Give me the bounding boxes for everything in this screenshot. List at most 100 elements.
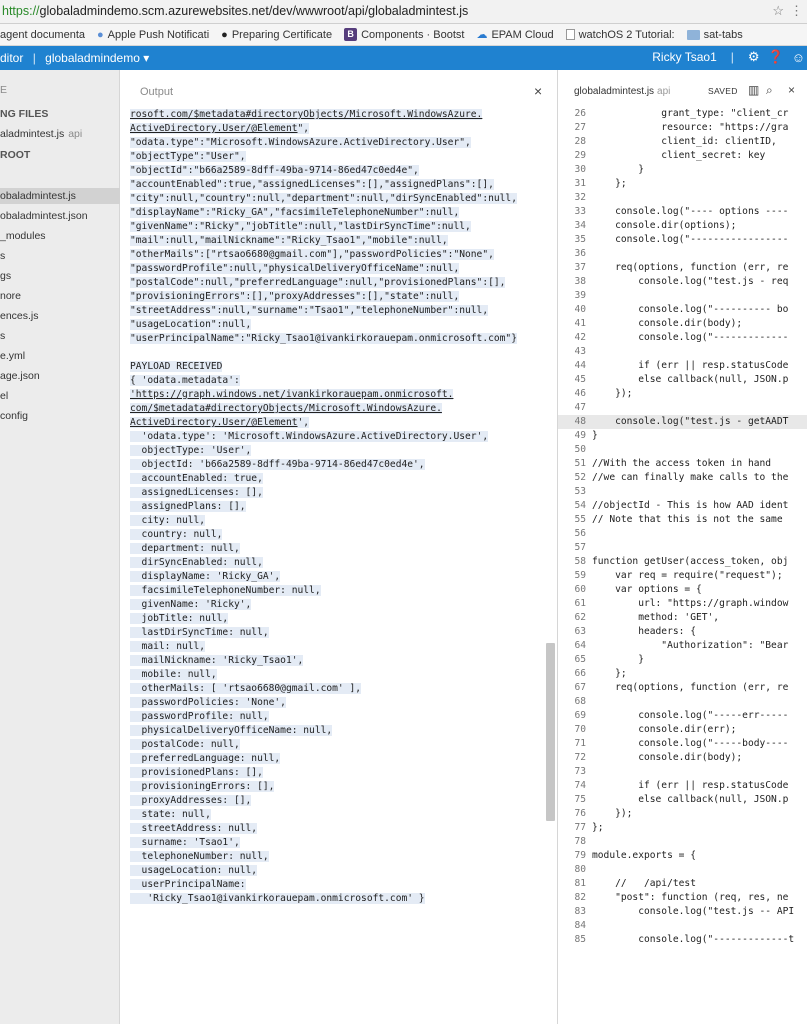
output-scrollbar[interactable] — [546, 643, 555, 821]
output-line-text: surname: 'Tsao1', — [130, 837, 240, 848]
output-line-text: givenName: 'Ricky', — [130, 599, 252, 610]
bookmark-item[interactable]: B Components · Bootst — [344, 28, 464, 41]
line-number: 49 — [574, 430, 586, 441]
code-line: 76 }); — [558, 807, 807, 821]
bookmark-item[interactable]: ☁ EPAM Cloud — [476, 28, 553, 42]
code-text: console.log("----------------- — [592, 234, 789, 245]
output-log[interactable]: rosoft.com/$metadata#directoryObjects/Mi… — [130, 108, 550, 1024]
output-line-text: { 'odata.metadata': — [130, 375, 240, 386]
header-right: Ricky Tsao1 | ⚙ ❓ ☺ — [652, 49, 805, 65]
url-text[interactable]: https://globaladmindemo.scm.azurewebsite… — [2, 4, 468, 18]
output-line-text: "displayName":"Ricky_GA","facsimileTelep… — [130, 207, 460, 218]
line-number: 51 — [574, 458, 586, 469]
code-line: 56 — [558, 527, 807, 541]
sidebar-item-label: config — [0, 410, 29, 422]
code-line: 64 "Authorization": "Bear — [558, 639, 807, 653]
sidebar-item[interactable]: e.yml — [0, 350, 25, 362]
output-line-text: 'Ricky_Tsao1@ivankirkorauepam.onmicrosof… — [130, 893, 425, 904]
code-line: 30 } — [558, 163, 807, 177]
site-selector[interactable]: globaladmindemo ▾ — [45, 51, 149, 65]
sidebar-item[interactable]: el — [0, 390, 8, 402]
output-line: physicalDeliveryOfficeName: null, — [130, 724, 550, 738]
output-line: "passwordProfile":null,"physicalDelivery… — [130, 262, 550, 276]
bookmark-item[interactable]: watchOS 2 Tutorial: — [565, 29, 675, 41]
code-text: headers: { — [592, 626, 696, 637]
line-number: 83 — [574, 906, 586, 917]
bookmark-item[interactable]: ● Preparing Certificate — [221, 29, 332, 41]
sidebar-item[interactable]: gs — [0, 270, 11, 282]
line-number: 73 — [574, 766, 586, 777]
address-bar[interactable]: https://globaladmindemo.scm.azurewebsite… — [0, 0, 807, 24]
sidebar-item[interactable]: aladmintest.js api — [0, 128, 82, 140]
sidebar-item[interactable]: config — [0, 410, 28, 422]
output-line: objectType: 'User', — [130, 444, 550, 458]
sidebar-item[interactable]: _modules — [0, 230, 46, 242]
editor-api-tag: api — [657, 86, 671, 97]
help-icon[interactable]: ❓ — [768, 49, 784, 65]
code-text: req(options, function (err, re — [592, 262, 789, 273]
app-name[interactable]: ditor — [0, 51, 23, 65]
output-line: lastDirSyncTime: null, — [130, 626, 550, 640]
output-line: jobTitle: null, — [130, 612, 550, 626]
bookmark-label: agent documenta — [0, 28, 86, 41]
close-icon[interactable]: × — [534, 83, 542, 99]
output-line: "mail":null,"mailNickname":"Ricky_Tsao1"… — [130, 234, 550, 248]
output-line: { 'odata.metadata': — [130, 374, 550, 388]
sidebar-item[interactable]: obaladmintest.js — [0, 188, 120, 204]
output-line: otherMails: [ 'rtsao6680@gmail.com' ], — [130, 682, 550, 696]
sidebar-item[interactable]: s — [0, 250, 5, 262]
output-line: PAYLOAD RECEIVED — [130, 360, 550, 374]
user-name[interactable]: Ricky Tsao1 — [652, 50, 716, 64]
output-line: preferredLanguage: null, — [130, 752, 550, 766]
line-number: 79 — [574, 850, 586, 861]
apple-icon: ● — [97, 28, 104, 41]
code-text: //we can finally make calls to the — [592, 472, 789, 483]
chevron-down-icon: ▾ — [143, 51, 150, 65]
output-line-text: com/$metadata#directoryObjects/Microsoft… — [130, 403, 442, 414]
bookmark-item[interactable]: sat-tabs — [686, 29, 743, 41]
output-line-text: mailNickname: 'Ricky_Tsao1', — [130, 655, 304, 666]
line-number: 38 — [574, 276, 586, 287]
code-area[interactable]: 26 grant_type: "client_cr 27 resource: "h… — [558, 107, 807, 1024]
menu-icon[interactable]: ⋮ — [790, 3, 803, 19]
code-text: req(options, function (err, re — [592, 682, 789, 693]
output-line-text: "accountEnabled":true,"assignedLicenses"… — [130, 179, 494, 190]
sidebar-item[interactable]: ences.js — [0, 310, 39, 322]
code-line: 55 // Note that this is not the same — [558, 513, 807, 527]
line-number: 27 — [574, 122, 586, 133]
code-line: 47 — [558, 401, 807, 415]
output-line-text: rosoft.com/$metadata#directoryObjects/Mi… — [130, 109, 483, 120]
sidebar-item[interactable]: age.json — [0, 370, 40, 382]
line-number: 40 — [574, 304, 586, 315]
code-line: 65 } — [558, 653, 807, 667]
app-window: https://globaladmindemo.scm.azurewebsite… — [0, 0, 807, 1024]
zoom-icon[interactable]: ⌕ — [766, 83, 773, 98]
sidebar-item[interactable]: nore — [0, 290, 21, 302]
output-line-text: facsimileTelephoneNumber: null, — [130, 585, 321, 596]
close-icon[interactable]: × — [788, 83, 795, 97]
code-text: }; — [592, 178, 627, 189]
line-number: 59 — [574, 570, 586, 581]
bookmark-item[interactable]: ● Apple Push Notificati — [97, 29, 209, 41]
bookmark-star-icon[interactable]: ☆ — [772, 3, 784, 19]
code-line: 46 }); — [558, 387, 807, 401]
sidebar-item[interactable]: obaladmintest.json — [0, 210, 88, 222]
output-line-text: postalCode: null, — [130, 739, 240, 750]
sidebar-item[interactable]: s — [0, 330, 5, 342]
line-number: 77 — [574, 822, 586, 833]
output-line-text: "city":null,"country":null,"department":… — [130, 193, 517, 204]
smiley-icon[interactable]: ☺ — [792, 50, 805, 65]
code-line: 48 console.log("test.js - getAADT — [558, 415, 807, 429]
output-line: "displayName":"Ricky_GA","facsimileTelep… — [130, 206, 550, 220]
output-line: 'Ricky_Tsao1@ivankirkorauepam.onmicrosof… — [130, 892, 550, 906]
gear-icon[interactable]: ⚙ — [748, 49, 760, 65]
bookmark-item[interactable]: agent documenta — [0, 29, 85, 41]
editor-tab[interactable]: globaladmintest.js api SAVED ▥ ⌕ × — [558, 82, 807, 102]
output-line-text: passwordProfile: null, — [130, 711, 269, 722]
output-line-text: otherMails: [ 'rtsao6680@gmail.com' ], — [130, 683, 362, 694]
code-line: 71 console.log("-----body---- — [558, 737, 807, 751]
code-text: if (err || resp.statusCode — [592, 360, 789, 371]
output-line-text: provisioningErrors: [], — [130, 781, 275, 792]
line-number: 50 — [574, 444, 586, 455]
layout-icon[interactable]: ▥ — [748, 83, 759, 97]
